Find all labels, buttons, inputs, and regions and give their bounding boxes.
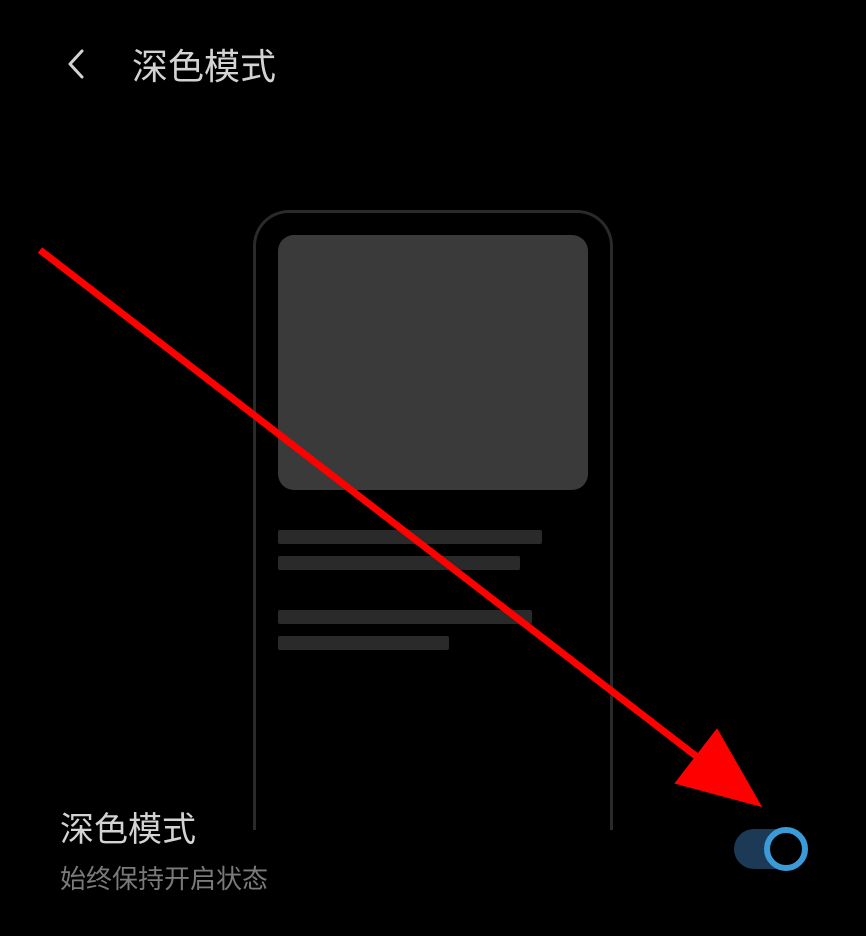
phone-preview-mock	[253, 210, 613, 830]
mock-line	[278, 530, 542, 544]
mock-text-lines	[278, 530, 588, 650]
mock-line	[278, 636, 449, 650]
preview-area	[0, 210, 866, 830]
chevron-left-icon	[66, 48, 86, 80]
back-icon[interactable]	[60, 48, 92, 80]
dark-mode-toggle[interactable]	[734, 829, 806, 869]
setting-subtitle: 始终保持开启状态	[60, 859, 268, 896]
mock-screen-block	[278, 235, 588, 490]
mock-line	[278, 610, 532, 624]
dark-mode-setting-row: 深色模式 始终保持开启状态	[0, 802, 866, 896]
setting-text-group: 深色模式 始终保持开启状态	[60, 802, 268, 896]
mock-line	[278, 556, 520, 570]
page-title: 深色模式	[132, 38, 276, 90]
setting-title: 深色模式	[60, 802, 268, 851]
page-header: 深色模式	[0, 0, 866, 110]
toggle-knob	[764, 827, 808, 871]
